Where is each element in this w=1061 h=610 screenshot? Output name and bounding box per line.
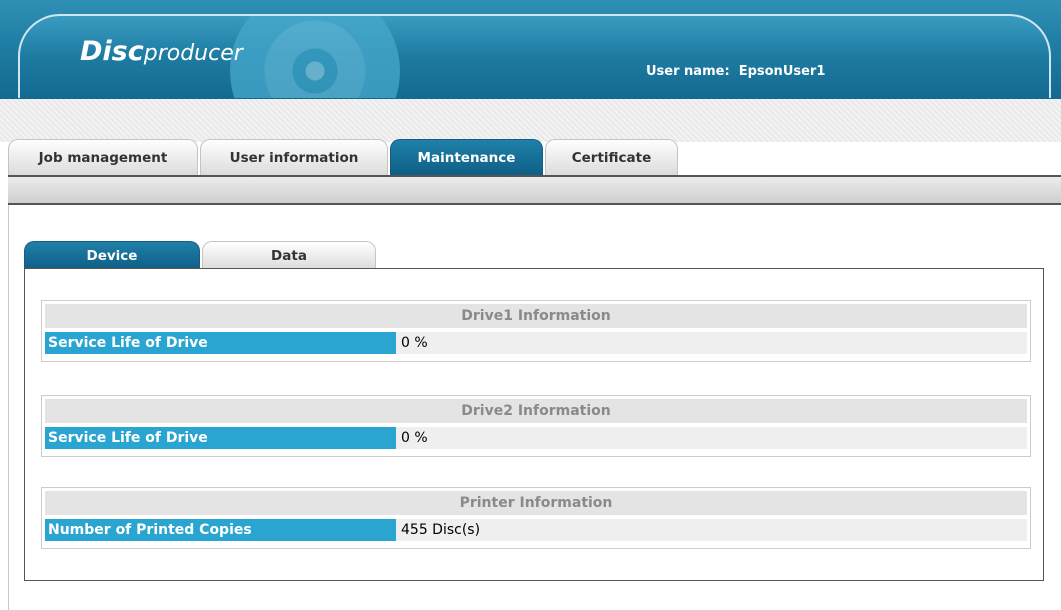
row-value: 0 % (396, 332, 1027, 354)
disc-icon (230, 16, 400, 98)
panel-title: Printer Information (45, 491, 1027, 515)
panel-title: Drive2 Information (45, 399, 1027, 423)
printer-info-panel: Printer Information Number of Printed Co… (41, 487, 1031, 549)
row-label: Service Life of Drive (45, 332, 396, 354)
row-label: Service Life of Drive (45, 427, 396, 449)
header-band (0, 99, 1061, 142)
row-value: 0 % (396, 427, 1027, 449)
tab-job-management[interactable]: Job management (8, 139, 198, 175)
tab-maintenance[interactable]: Maintenance (390, 139, 543, 175)
row-value: 455 Disc(s) (396, 519, 1027, 541)
user-info: User name: EpsonUser1 (646, 64, 825, 79)
drive1-info-panel: Drive1 Information Service Life of Drive… (41, 300, 1031, 362)
drive2-info-panel: Drive2 Information Service Life of Drive… (41, 395, 1031, 457)
user-name-value: EpsonUser1 (738, 64, 826, 79)
content-left-border (8, 205, 9, 610)
tab-device[interactable]: Device (24, 241, 200, 269)
app-header: Discproducer User name: EpsonUser1 (0, 0, 1061, 99)
app-logo: Discproducer (80, 36, 243, 67)
tab-data[interactable]: Data (202, 241, 376, 269)
tab-certificate[interactable]: Certificate (545, 139, 678, 175)
panel-title: Drive1 Information (45, 304, 1027, 328)
logo-producer-text: producer (143, 41, 243, 66)
logo-disc-text: Disc (80, 36, 144, 67)
row-label: Number of Printed Copies (45, 519, 396, 541)
tab-user-information[interactable]: User information (200, 139, 388, 175)
header-banner: Discproducer User name: EpsonUser1 (18, 14, 1051, 98)
user-name-label: User name: (646, 64, 730, 79)
sub-navigation-bar (8, 175, 1061, 205)
device-panel: Drive1 Information Service Life of Drive… (24, 268, 1044, 581)
